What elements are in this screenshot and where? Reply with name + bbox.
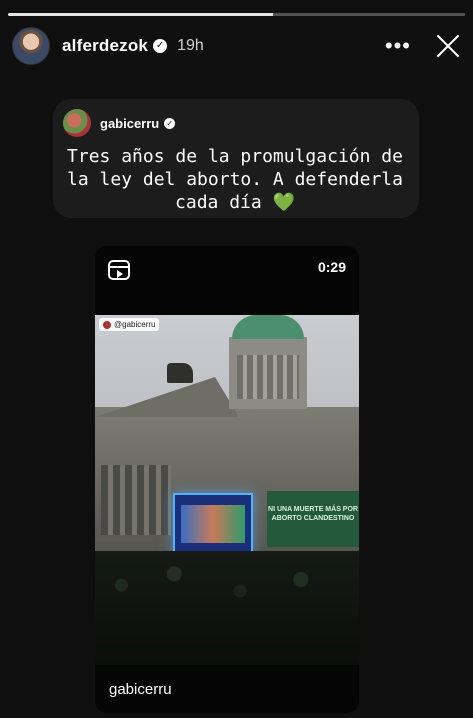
- green-dome: [232, 315, 304, 339]
- quadriga-statue: [167, 363, 193, 383]
- reels-icon: [108, 260, 130, 280]
- shared-post-header: gabicerru ✓: [63, 109, 176, 137]
- shared-post-verified-icon: ✓: [164, 117, 176, 129]
- dome-columns: [237, 355, 299, 399]
- jumbotron-screen: [173, 493, 253, 553]
- facade-columns: [101, 465, 171, 535]
- shared-post-caption: Tres años de la promulgación de la ley d…: [60, 145, 410, 214]
- caption-text: Tres años de la promulgación de la ley d…: [67, 146, 403, 213]
- story-progress-fill: [8, 13, 274, 16]
- shared-post-username[interactable]: gabicerru: [100, 116, 159, 131]
- video-username-tag: @gabicerru: [99, 318, 160, 331]
- close-icon[interactable]: [435, 33, 461, 59]
- green-heart-icon: 💚: [272, 192, 295, 213]
- more-options-icon[interactable]: •••: [385, 35, 411, 57]
- building-pediment: [95, 377, 239, 417]
- jumbotron-image: [181, 505, 245, 543]
- story-header: alferdezok ✓ 19h •••: [12, 26, 461, 66]
- reel-preview[interactable]: 0:29 NI UNA MUERTE MÁS POR ABORTO CLANDE…: [95, 246, 359, 713]
- verified-badge-icon: ✓: [153, 39, 168, 53]
- reel-footer-username[interactable]: gabicerru: [109, 681, 172, 698]
- reel-duration: 0:29: [317, 259, 346, 275]
- crowd: [95, 551, 359, 665]
- shared-post-avatar[interactable]: [63, 109, 91, 137]
- avatar[interactable]: [12, 27, 50, 65]
- story-progress-bar: [8, 13, 465, 16]
- reel-video-frame[interactable]: NI UNA MUERTE MÁS POR ABORTO CLANDESTINO…: [95, 315, 359, 665]
- timestamp: 19h: [177, 37, 204, 54]
- tag-avatar: [103, 320, 111, 329]
- username[interactable]: alferdezok: [62, 36, 148, 56]
- green-banner: NI UNA MUERTE MÁS POR ABORTO CLANDESTINO: [267, 491, 359, 547]
- tag-username: @gabicerru: [114, 320, 156, 329]
